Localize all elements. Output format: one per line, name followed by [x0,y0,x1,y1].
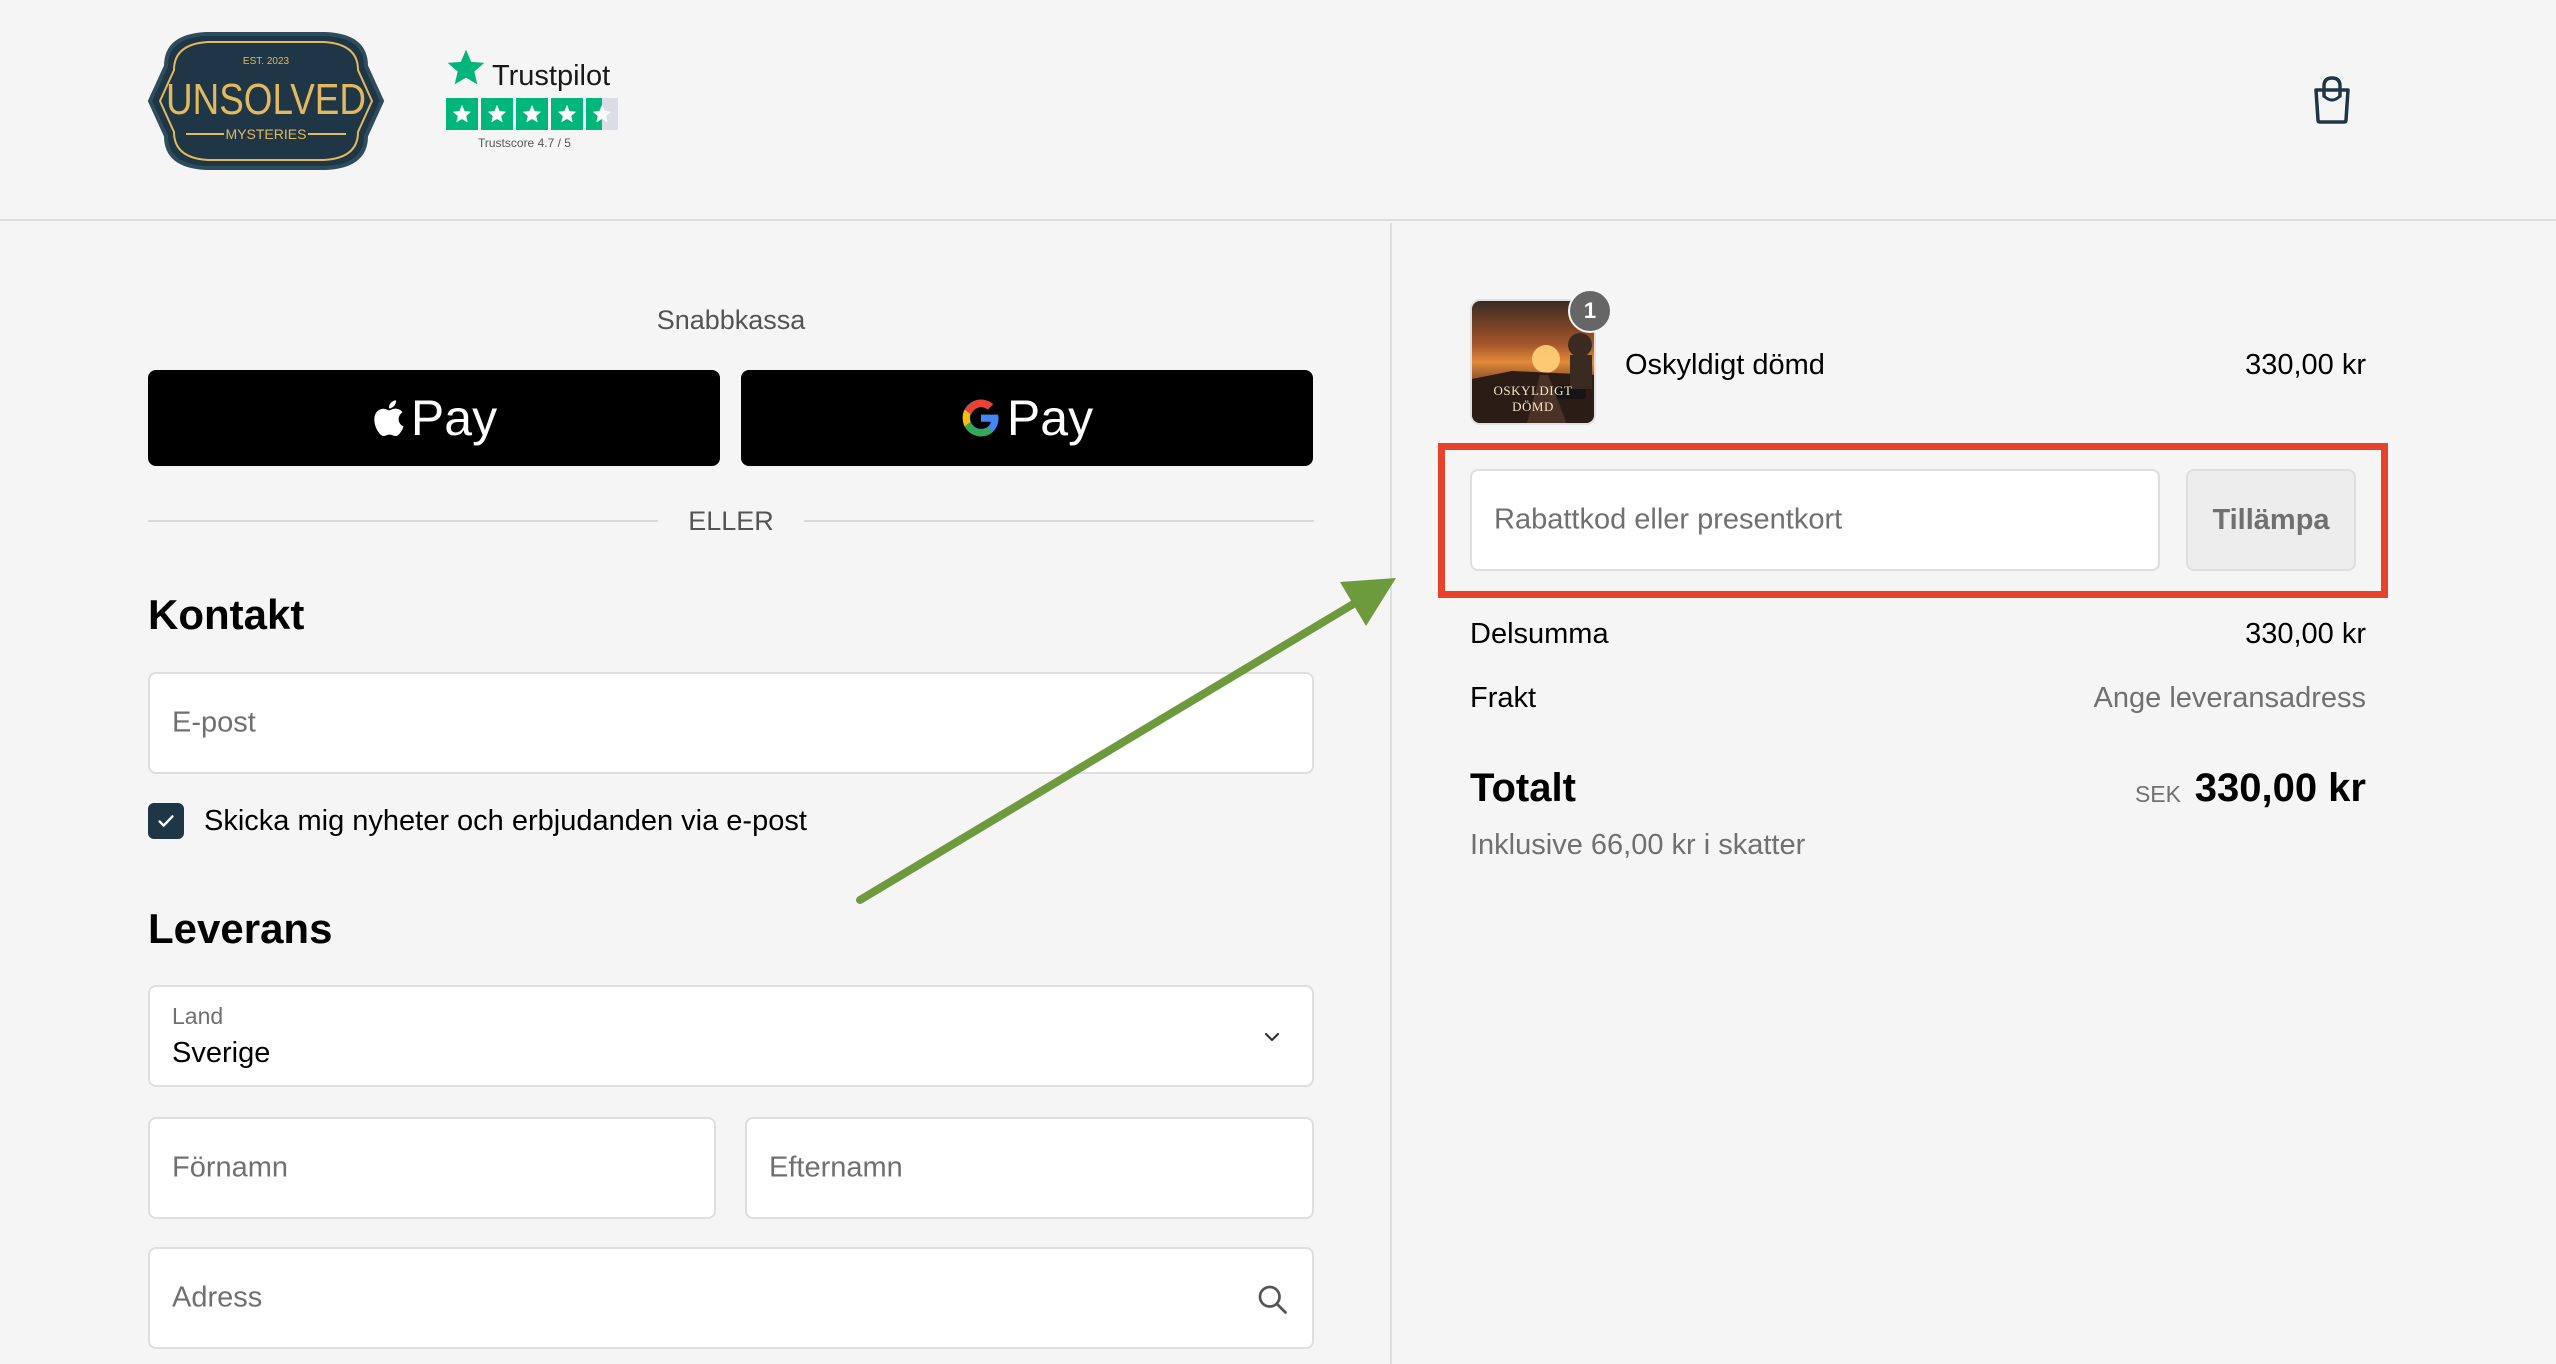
rating-star-icon [516,98,548,130]
total-currency: SEK [2134,781,2181,807]
product-price: 330,00 kr [2245,349,2366,381]
shopping-bag-icon[interactable] [2310,74,2354,126]
rating-star-icon [551,98,583,130]
subtotal-label: Delsumma [1470,618,1609,650]
contact-title: Kontakt [148,591,305,638]
address-placeholder: Adress [172,1281,263,1314]
total-value: 330,00 kr [2194,766,2366,810]
last-name-field[interactable]: Efternamn [745,1117,1314,1219]
last-name-placeholder: Efternamn [769,1151,903,1184]
total-label: Totalt [1470,766,1576,810]
country-select[interactable]: Land Sverige [148,985,1314,1087]
tax-note: Inklusive 66,00 kr i skatter [1470,829,1806,861]
email-placeholder: E-post [172,706,256,739]
first-name-field[interactable]: Förnamn [148,1117,716,1219]
search-icon[interactable] [1254,1281,1290,1317]
trustscore-text: Trustscore 4.7 / 5 [478,136,571,150]
delivery-title: Leverans [148,905,333,952]
subtotal-value: 330,00 kr [2245,618,2366,650]
newsletter-label: Skicka mig nyheter och erbjudanden via e… [204,804,807,837]
newsletter-checkbox[interactable] [148,803,184,839]
trustpilot-star-icon [447,49,485,85]
trustpilot-name: Trustpilot [492,60,611,92]
or-divider-text: ELLER [688,505,774,536]
or-divider: ELLER [148,499,1314,543]
address-field[interactable]: Adress [148,1247,1314,1349]
newsletter-checkbox-row[interactable]: Skicka mig nyheter och erbjudanden via e… [148,803,807,839]
checkout-form: Snabbkassa Pay Pay ELLER Kontakt E-post … [0,223,1390,1364]
email-field[interactable]: E-post [148,672,1314,774]
checkmark-icon [158,815,174,827]
header: EST. 2023 UNSOLVED MYSTERIES Trustpilot … [0,0,2556,221]
order-summary: OSKYLDIGT DÖMD 1 Oskyldigt dömd 330,00 k… [1390,223,2556,1364]
discount-code-field[interactable]: Rabattkod eller presentkort [1470,469,2160,571]
rating-star-icon [446,98,478,130]
google-g-icon [962,399,999,437]
unsolved-mysteries-logo[interactable]: EST. 2023 UNSOLVED MYSTERIES [146,26,386,176]
discount-code-placeholder: Rabattkod eller presentkort [1494,503,1843,536]
express-checkout-title: Snabbkassa [656,305,806,335]
google-pay-button[interactable]: Pay [741,370,1313,466]
chevron-down-icon [1264,1032,1280,1042]
country-label: Land [172,1003,224,1029]
logo-main-text: UNSOLVED [166,75,366,124]
logo-est-text: EST. 2023 [243,56,290,67]
apple-pay-button[interactable]: Pay [148,370,720,466]
quantity-badge: 1 [1568,289,1612,333]
google-pay-label: Pay [1006,390,1094,446]
product-thumbnail-text: OSKYLDIGT DÖMD [1493,383,1573,414]
trustpilot-rating-stars [446,98,618,130]
apple-icon [374,400,404,437]
product-name: Oskyldigt dömd [1625,349,1825,381]
first-name-placeholder: Förnamn [172,1151,289,1184]
rating-star-half-icon [586,98,618,130]
logo-sub-text: MYSTERIES [226,126,307,142]
country-value: Sverige [172,1037,271,1069]
apple-pay-label: Pay [410,390,498,446]
shipping-value: Ange leveransadress [2093,682,2366,714]
shipping-label: Frakt [1470,682,1537,714]
apply-discount-button[interactable]: Tillämpa [2186,469,2356,571]
rating-star-icon [481,98,513,130]
trustpilot-widget[interactable]: Trustpilot Trustscore 4.7 / 5 [446,48,626,158]
